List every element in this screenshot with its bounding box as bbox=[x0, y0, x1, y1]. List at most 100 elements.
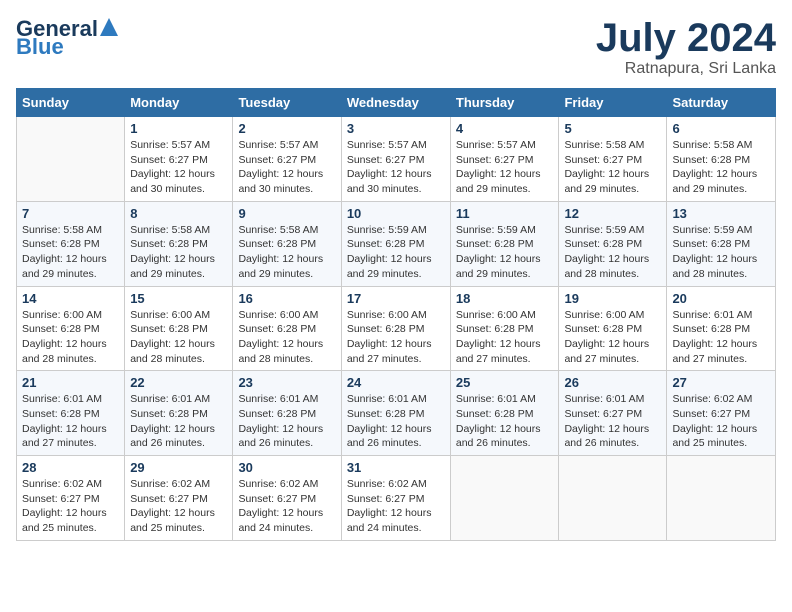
header-wednesday: Wednesday bbox=[341, 89, 450, 117]
day-info: Sunrise: 5:57 AM Sunset: 6:27 PM Dayligh… bbox=[347, 138, 445, 197]
day-cell bbox=[667, 456, 776, 541]
day-cell: 14Sunrise: 6:00 AM Sunset: 6:28 PM Dayli… bbox=[17, 286, 125, 371]
day-cell: 18 Sunrise: 6:00 AM Sunset: 6:28 PM Dayli… bbox=[450, 286, 559, 371]
day-cell: 23Sunrise: 6:01 AM Sunset: 6:28 PM Dayli… bbox=[233, 371, 341, 456]
day-number: 31 bbox=[347, 460, 445, 475]
day-info: Sunrise: 6:00 AM Sunset: 6:28 PM Dayligh… bbox=[130, 308, 227, 367]
day-cell: 9Sunrise: 5:58 AM Sunset: 6:28 PM Daylig… bbox=[233, 201, 341, 286]
week-row-4: 21Sunrise: 6:01 AM Sunset: 6:28 PM Dayli… bbox=[17, 371, 776, 456]
day-number: 13 bbox=[672, 206, 770, 221]
day-info: Sunrise: 5:59 AM Sunset: 6:28 PM Dayligh… bbox=[347, 223, 445, 282]
day-cell: 1Sunrise: 5:57 AM Sunset: 6:27 PM Daylig… bbox=[125, 117, 233, 202]
day-cell: 13 Sunrise: 5:59 AM Sunset: 6:28 PM Dayli… bbox=[667, 201, 776, 286]
logo-blue: Blue bbox=[16, 34, 64, 59]
day-info: Sunrise: 6:01 AM Sunset: 6:28 PM Dayligh… bbox=[22, 392, 119, 451]
day-number: 15 bbox=[130, 291, 227, 306]
day-cell: 24 Sunrise: 6:01 AM Sunset: 6:28 PM Dayli… bbox=[341, 371, 450, 456]
day-number: 22 bbox=[130, 375, 227, 390]
header-sunday: Sunday bbox=[17, 89, 125, 117]
day-info: Sunrise: 6:01 AM Sunset: 6:28 PM Dayligh… bbox=[456, 392, 554, 451]
day-cell: 30Sunrise: 6:02 AM Sunset: 6:27 PM Dayli… bbox=[233, 456, 341, 541]
day-info: Sunrise: 6:00 AM Sunset: 6:28 PM Dayligh… bbox=[456, 308, 554, 367]
day-info: Sunrise: 6:01 AM Sunset: 6:28 PM Dayligh… bbox=[347, 392, 445, 451]
day-cell: 2Sunrise: 5:57 AM Sunset: 6:27 PM Daylig… bbox=[233, 117, 341, 202]
day-number: 12 bbox=[564, 206, 661, 221]
day-cell: 8 Sunrise: 5:58 AM Sunset: 6:28 PM Daylig… bbox=[125, 201, 233, 286]
day-cell: 10Sunrise: 5:59 AM Sunset: 6:28 PM Dayli… bbox=[341, 201, 450, 286]
day-info: Sunrise: 6:01 AM Sunset: 6:28 PM Dayligh… bbox=[672, 308, 770, 367]
day-number: 23 bbox=[238, 375, 335, 390]
day-info: Sunrise: 6:01 AM Sunset: 6:28 PM Dayligh… bbox=[130, 392, 227, 451]
day-number: 8 bbox=[130, 206, 227, 221]
day-cell: 5 Sunrise: 5:58 AM Sunset: 6:27 PM Daylig… bbox=[559, 117, 667, 202]
day-info: Sunrise: 5:58 AM Sunset: 6:28 PM Dayligh… bbox=[130, 223, 227, 282]
day-number: 28 bbox=[22, 460, 119, 475]
day-number: 24 bbox=[347, 375, 445, 390]
day-number: 25 bbox=[456, 375, 554, 390]
day-info: Sunrise: 6:00 AM Sunset: 6:28 PM Dayligh… bbox=[564, 308, 661, 367]
day-cell: 11 Sunrise: 5:59 AM Sunset: 6:28 PM Dayli… bbox=[450, 201, 559, 286]
day-number: 11 bbox=[456, 206, 554, 221]
day-info: Sunrise: 5:58 AM Sunset: 6:28 PM Dayligh… bbox=[22, 223, 119, 282]
week-row-5: 28 Sunrise: 6:02 AM Sunset: 6:27 PM Dayli… bbox=[17, 456, 776, 541]
header-tuesday: Tuesday bbox=[233, 89, 341, 117]
header-saturday: Saturday bbox=[667, 89, 776, 117]
day-info: Sunrise: 5:58 AM Sunset: 6:28 PM Dayligh… bbox=[238, 223, 335, 282]
day-info: Sunrise: 6:02 AM Sunset: 6:27 PM Dayligh… bbox=[347, 477, 445, 536]
day-info: Sunrise: 6:02 AM Sunset: 6:27 PM Dayligh… bbox=[130, 477, 227, 536]
day-number: 3 bbox=[347, 121, 445, 136]
day-cell: 12 Sunrise: 5:59 AM Sunset: 6:28 PM Dayli… bbox=[559, 201, 667, 286]
header-thursday: Thursday bbox=[450, 89, 559, 117]
day-number: 16 bbox=[238, 291, 335, 306]
week-row-1: 1Sunrise: 5:57 AM Sunset: 6:27 PM Daylig… bbox=[17, 117, 776, 202]
day-cell: 20Sunrise: 6:01 AM Sunset: 6:28 PM Dayli… bbox=[667, 286, 776, 371]
day-cell: 28 Sunrise: 6:02 AM Sunset: 6:27 PM Dayli… bbox=[17, 456, 125, 541]
day-cell bbox=[17, 117, 125, 202]
day-info: Sunrise: 5:59 AM Sunset: 6:28 PM Dayligh… bbox=[672, 223, 770, 282]
day-info: Sunrise: 5:58 AM Sunset: 6:27 PM Dayligh… bbox=[564, 138, 661, 197]
day-number: 17 bbox=[347, 291, 445, 306]
day-number: 18 bbox=[456, 291, 554, 306]
day-cell: 6 Sunrise: 5:58 AM Sunset: 6:28 PM Daylig… bbox=[667, 117, 776, 202]
header-friday: Friday bbox=[559, 89, 667, 117]
day-info: Sunrise: 5:59 AM Sunset: 6:28 PM Dayligh… bbox=[456, 223, 554, 282]
calendar-table: SundayMondayTuesdayWednesdayThursdayFrid… bbox=[16, 88, 776, 541]
day-info: Sunrise: 6:01 AM Sunset: 6:27 PM Dayligh… bbox=[564, 392, 661, 451]
week-row-3: 14Sunrise: 6:00 AM Sunset: 6:28 PM Dayli… bbox=[17, 286, 776, 371]
day-cell: 19 Sunrise: 6:00 AM Sunset: 6:28 PM Dayli… bbox=[559, 286, 667, 371]
day-info: Sunrise: 5:58 AM Sunset: 6:28 PM Dayligh… bbox=[672, 138, 770, 197]
day-cell bbox=[559, 456, 667, 541]
day-info: Sunrise: 6:00 AM Sunset: 6:28 PM Dayligh… bbox=[238, 308, 335, 367]
day-cell: 22 Sunrise: 6:01 AM Sunset: 6:28 PM Dayli… bbox=[125, 371, 233, 456]
day-number: 4 bbox=[456, 121, 554, 136]
day-cell: 17Sunrise: 6:00 AM Sunset: 6:28 PM Dayli… bbox=[341, 286, 450, 371]
day-cell: 27Sunrise: 6:02 AM Sunset: 6:27 PM Dayli… bbox=[667, 371, 776, 456]
day-number: 19 bbox=[564, 291, 661, 306]
location: Ratnapura, Sri Lanka bbox=[596, 60, 776, 78]
day-info: Sunrise: 5:57 AM Sunset: 6:27 PM Dayligh… bbox=[456, 138, 554, 197]
day-info: Sunrise: 6:02 AM Sunset: 6:27 PM Dayligh… bbox=[22, 477, 119, 536]
day-cell: 29 Sunrise: 6:02 AM Sunset: 6:27 PM Dayli… bbox=[125, 456, 233, 541]
day-info: Sunrise: 6:00 AM Sunset: 6:28 PM Dayligh… bbox=[22, 308, 119, 367]
day-number: 2 bbox=[238, 121, 335, 136]
logo-icon bbox=[100, 18, 118, 36]
day-info: Sunrise: 5:57 AM Sunset: 6:27 PM Dayligh… bbox=[130, 138, 227, 197]
day-info: Sunrise: 5:59 AM Sunset: 6:28 PM Dayligh… bbox=[564, 223, 661, 282]
day-cell: 16 Sunrise: 6:00 AM Sunset: 6:28 PM Dayli… bbox=[233, 286, 341, 371]
day-number: 7 bbox=[22, 206, 119, 221]
title-block: July 2024 Ratnapura, Sri Lanka bbox=[596, 16, 776, 78]
day-number: 29 bbox=[130, 460, 227, 475]
day-cell: 21Sunrise: 6:01 AM Sunset: 6:28 PM Dayli… bbox=[17, 371, 125, 456]
day-cell: 25 Sunrise: 6:01 AM Sunset: 6:28 PM Dayli… bbox=[450, 371, 559, 456]
day-number: 26 bbox=[564, 375, 661, 390]
day-cell: 31 Sunrise: 6:02 AM Sunset: 6:27 PM Dayli… bbox=[341, 456, 450, 541]
day-number: 5 bbox=[564, 121, 661, 136]
day-cell: 3 Sunrise: 5:57 AM Sunset: 6:27 PM Daylig… bbox=[341, 117, 450, 202]
day-cell: 7 Sunrise: 5:58 AM Sunset: 6:28 PM Daylig… bbox=[17, 201, 125, 286]
day-number: 30 bbox=[238, 460, 335, 475]
page-header: General Blue July 2024 Ratnapura, Sri La… bbox=[16, 16, 776, 78]
day-number: 6 bbox=[672, 121, 770, 136]
day-cell: 4 Sunrise: 5:57 AM Sunset: 6:27 PM Daylig… bbox=[450, 117, 559, 202]
header-row: SundayMondayTuesdayWednesdayThursdayFrid… bbox=[17, 89, 776, 117]
day-cell: 15 Sunrise: 6:00 AM Sunset: 6:28 PM Dayli… bbox=[125, 286, 233, 371]
